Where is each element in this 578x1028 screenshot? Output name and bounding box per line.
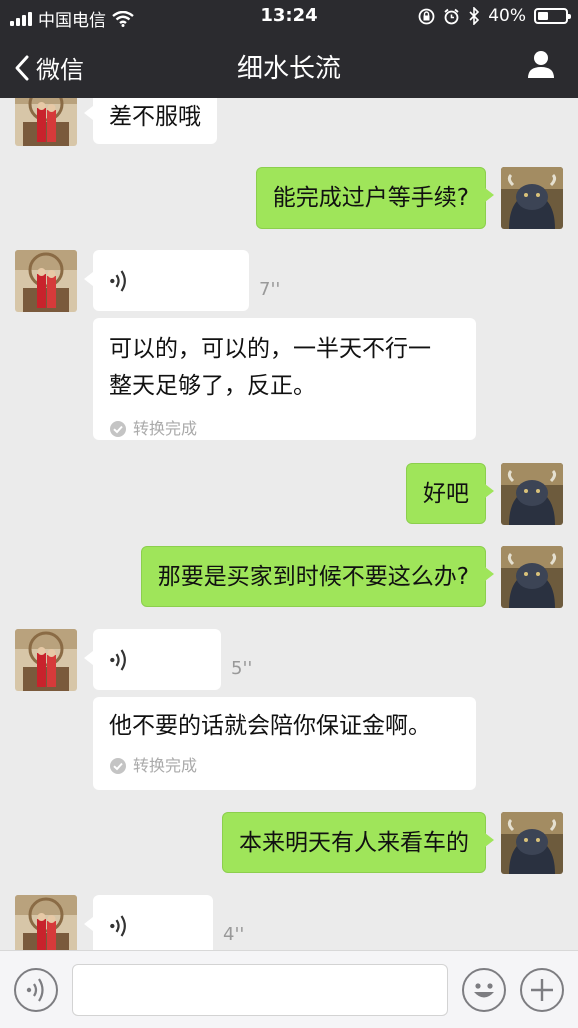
conversion-status-label: 转换完成 bbox=[133, 756, 198, 775]
status-right: 40% bbox=[418, 6, 571, 26]
battery-percent: 40% bbox=[488, 6, 526, 26]
message-bubble-outgoing[interactable]: 那要是买家到时候不要这么办? bbox=[140, 546, 495, 607]
voice-message[interactable] bbox=[84, 629, 221, 690]
alarm-icon bbox=[444, 8, 459, 24]
chat-title: 细水长流 bbox=[236, 54, 341, 84]
voice-mode-button[interactable] bbox=[14, 968, 58, 1012]
voice-duration: 7'' bbox=[259, 279, 281, 300]
contact-avatar[interactable] bbox=[15, 895, 77, 950]
transcript-text: 可以的，可以的，一半天不行一 整天足够了，反正。 bbox=[93, 318, 476, 405]
battery-icon bbox=[534, 8, 571, 24]
conversion-status: 转换完成 bbox=[93, 748, 476, 784]
check-circle-icon bbox=[109, 757, 127, 775]
input-bar bbox=[0, 950, 578, 1028]
message-text: 好吧 bbox=[423, 481, 469, 507]
transcript-line: 他不要的话就会陪你保证金啊。 bbox=[109, 713, 431, 739]
voice-message[interactable] bbox=[84, 250, 249, 311]
person-icon bbox=[528, 51, 554, 78]
voice-wave-icon bbox=[109, 268, 129, 294]
my-avatar[interactable] bbox=[501, 546, 563, 608]
message-text: 能完成过户等手续? bbox=[272, 185, 469, 211]
rotation-lock-icon bbox=[418, 8, 435, 24]
smiley-icon bbox=[474, 983, 494, 998]
profile-button[interactable] bbox=[526, 49, 556, 83]
my-avatar[interactable] bbox=[501, 167, 563, 229]
voice-transcript[interactable]: 他不要的话就会陪你保证金啊。 转换完成 bbox=[93, 697, 476, 790]
message-bubble-outgoing[interactable]: 好吧 bbox=[406, 463, 494, 524]
contact-avatar[interactable] bbox=[15, 250, 77, 312]
message-text: 那要是买家到时候不要这么办? bbox=[157, 564, 469, 590]
message-input[interactable] bbox=[72, 964, 448, 1016]
my-avatar[interactable] bbox=[501, 463, 563, 525]
message-text: 差不服哦 bbox=[109, 104, 201, 130]
conversion-status: 转换完成 bbox=[93, 411, 476, 447]
transcript-line: 整天足够了，反正。 bbox=[109, 373, 316, 399]
voice-transcript[interactable]: 可以的，可以的，一半天不行一 整天足够了，反正。 转换完成 bbox=[93, 318, 476, 440]
plus-icon bbox=[531, 979, 553, 1001]
contact-avatar[interactable] bbox=[15, 629, 77, 691]
chat-area[interactable]: 差不服哦 能完成过户等手续? 7'' 可以的，可以的，一半天不行一 整天足够了，… bbox=[0, 98, 578, 950]
bluetooth-icon bbox=[469, 7, 480, 25]
message-bubble-incoming[interactable]: 差不服哦 bbox=[84, 98, 217, 144]
contact-avatar[interactable] bbox=[15, 98, 77, 146]
voice-message[interactable] bbox=[84, 895, 213, 950]
my-avatar[interactable] bbox=[501, 812, 563, 874]
message-bubble-outgoing[interactable]: 本来明天有人来看车的 bbox=[222, 812, 494, 873]
message-bubble-outgoing[interactable]: 能完成过户等手续? bbox=[255, 167, 495, 229]
check-circle-icon bbox=[109, 420, 127, 438]
nav-bar: 微信 细水长流 bbox=[0, 32, 578, 98]
emoji-button[interactable] bbox=[462, 968, 506, 1012]
voice-wave-icon bbox=[109, 647, 129, 673]
voice-duration: 4'' bbox=[223, 924, 245, 945]
message-text: 本来明天有人来看车的 bbox=[239, 830, 469, 856]
voice-wave-icon bbox=[109, 913, 129, 939]
transcript-line: 可以的，可以的，一半天不行一 bbox=[109, 336, 431, 362]
top-bar: 中国电信 13:24 40% 微信 细水长流 bbox=[0, 0, 578, 98]
conversion-status-label: 转换完成 bbox=[133, 419, 198, 438]
voice-wave-icon bbox=[26, 978, 44, 1002]
status-bar: 中国电信 13:24 40% bbox=[0, 0, 578, 32]
more-button[interactable] bbox=[520, 968, 564, 1012]
voice-duration: 5'' bbox=[231, 658, 253, 679]
